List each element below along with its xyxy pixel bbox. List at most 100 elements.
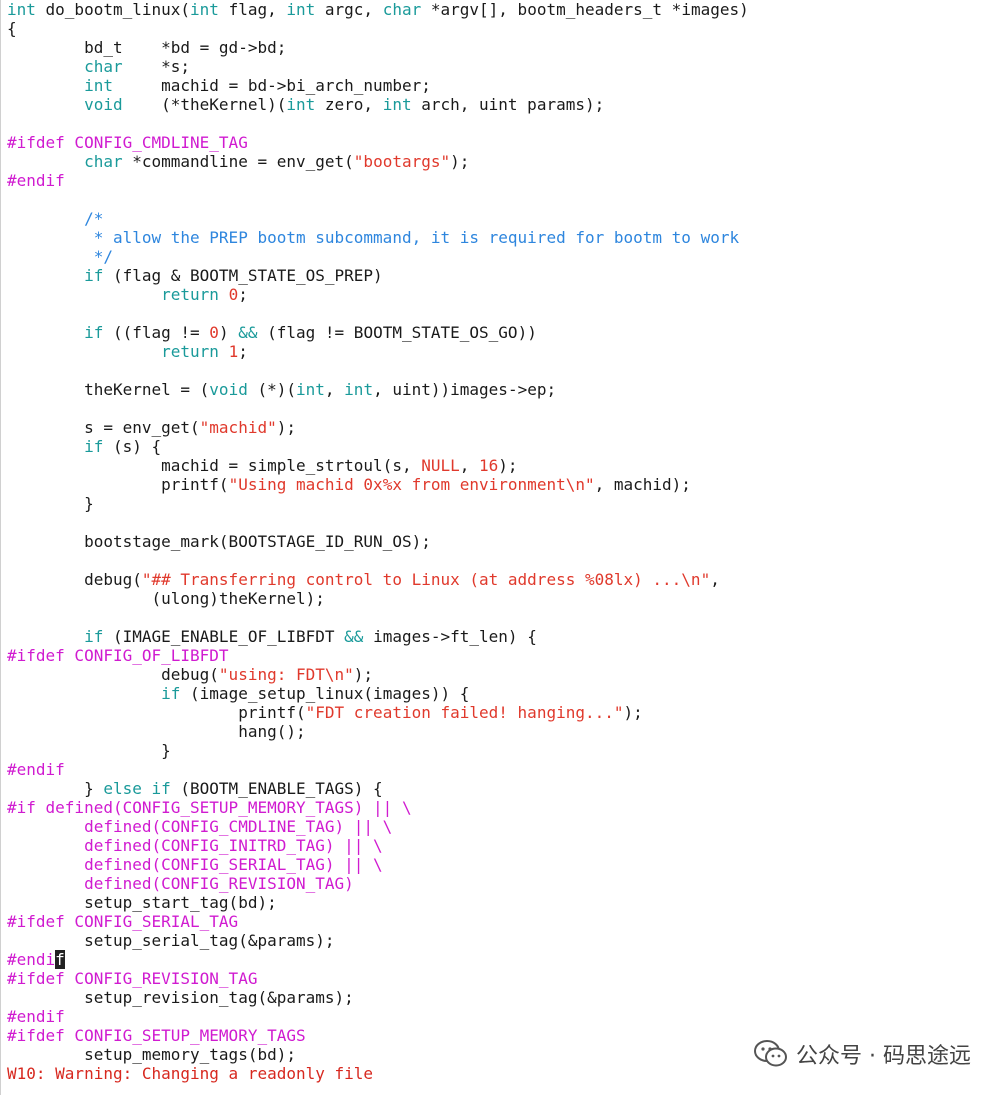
code-token: int (296, 380, 325, 399)
code-editor[interactable]: int do_bootm_linux(int flag, int argc, c… (0, 0, 1001, 1095)
code-token: "Using machid 0x%x from environment\n" (228, 475, 595, 494)
code-line: #ifdef CONFIG_CMDLINE_TAG (1, 133, 1001, 152)
code-token: */ (7, 247, 113, 266)
code-line: void (*theKernel)(int zero, int arch, ui… (1, 95, 1001, 114)
code-token: void (84, 95, 123, 114)
code-line: /* (1, 209, 1001, 228)
code-token: #ifdef CONFIG_SETUP_MEMORY_TAGS (7, 1026, 306, 1045)
code-token: defined(CONFIG_CMDLINE_TAG) || \ (7, 817, 393, 836)
code-token: "## Transferring control to Linux (at ad… (141, 570, 711, 589)
code-token: "machid" (199, 418, 277, 437)
code-token: if (161, 684, 191, 703)
code-token: bd_t *bd = gd->bd; (7, 38, 287, 57)
code-line: { (1, 19, 1001, 38)
code-token: return (161, 342, 219, 361)
code-token: *commandline = env_get( (132, 152, 354, 171)
code-line: char *commandline = env_get("bootargs"); (1, 152, 1001, 171)
code-line: defined(CONFIG_SERIAL_TAG) || \ (1, 855, 1001, 874)
code-token: setup_revision_tag(&params); (7, 988, 354, 1007)
code-line: if (IMAGE_ENABLE_OF_LIBFDT && images->ft… (1, 627, 1001, 646)
code-token: return (161, 285, 219, 304)
code-token: (flag != BOOTM_STATE_OS_GO)) (267, 323, 537, 342)
code-token: (*theKernel)( (122, 95, 287, 114)
code-token: setup_serial_tag(&params); (7, 931, 335, 950)
code-line: #ifdef CONFIG_OF_LIBFDT (1, 646, 1001, 665)
code-line: setup_start_tag(bd); (1, 893, 1001, 912)
code-token: flag, (228, 0, 287, 19)
code-line: printf("FDT creation failed! hanging..."… (1, 703, 1001, 722)
code-line: bootstage_mark(BOOTSTAGE_ID_RUN_OS); (1, 532, 1001, 551)
code-token: #endi (7, 950, 56, 969)
code-token: if (84, 323, 113, 342)
code-line: int do_bootm_linux(int flag, int argc, c… (1, 0, 1001, 19)
code-token: ); (623, 703, 643, 722)
code-line: */ (1, 247, 1001, 266)
code-token: debug( (7, 570, 142, 589)
code-token: #endif (7, 1007, 65, 1026)
code-line: return 1; (1, 342, 1001, 361)
code-token: int (286, 95, 325, 114)
code-line: if (flag & BOOTM_STATE_OS_PREP) (1, 266, 1001, 285)
code-token: if (84, 437, 113, 456)
code-line: defined(CONFIG_INITRD_TAG) || \ (1, 836, 1001, 855)
code-token: ); (450, 152, 470, 171)
code-token: 0 (228, 285, 239, 304)
code-token: int (286, 0, 325, 19)
code-token: ((flag != (112, 323, 210, 342)
code-token: , (324, 380, 345, 399)
code-line: machid = simple_strtoul(s, NULL, 16); (1, 456, 1001, 475)
code-line: bd_t *bd = gd->bd; (1, 38, 1001, 57)
code-token: (ulong)theKernel); (7, 589, 325, 608)
code-line: int machid = bd->bi_arch_number; (1, 76, 1001, 95)
code-token: } (7, 494, 94, 513)
code-token: char (84, 152, 133, 171)
code-token: (flag & BOOTM_STATE_OS_PREP) (112, 266, 383, 285)
code-token: && (238, 323, 268, 342)
code-token: (*)( (257, 380, 296, 399)
code-token: defined(CONFIG_INITRD_TAG) || \ (7, 836, 383, 855)
code-line: defined(CONFIG_REVISION_TAG) (1, 874, 1001, 893)
code-line: if ((flag != 0) && (flag != BOOTM_STATE_… (1, 323, 1001, 342)
code-token: #ifdef CONFIG_CMDLINE_TAG (7, 133, 248, 152)
code-token: theKernel = ( (7, 380, 210, 399)
code-line: } else if (BOOTM_ENABLE_TAGS) { (1, 779, 1001, 798)
code-token: #endif (7, 171, 65, 190)
code-token: int (84, 76, 113, 95)
text-cursor: f (55, 950, 65, 969)
code-token: setup_memory_tags(bd); (7, 1045, 296, 1064)
code-token: "FDT creation failed! hanging..." (305, 703, 624, 722)
code-token: } (7, 779, 104, 798)
code-token: , machid); (594, 475, 691, 494)
code-token: machid = bd->bi_arch_number; (112, 76, 431, 95)
code-line: debug("using: FDT\n"); (1, 665, 1001, 684)
code-line: } (1, 494, 1001, 513)
code-token: #ifdef CONFIG_OF_LIBFDT (7, 646, 229, 665)
code-line: defined(CONFIG_CMDLINE_TAG) || \ (1, 817, 1001, 836)
code-token: #if defined(CONFIG_SETUP_MEMORY_TAGS) ||… (7, 798, 412, 817)
code-token: zero, (324, 95, 383, 114)
code-line: setup_serial_tag(&params); (1, 931, 1001, 950)
code-token: #endif (7, 760, 65, 779)
code-token: int (7, 0, 46, 19)
code-line: * allow the PREP bootm subcommand, it is… (1, 228, 1001, 247)
code-token: 0 (209, 323, 219, 342)
code-token: #ifdef CONFIG_SERIAL_TAG (7, 912, 239, 931)
code-token: hang(); (7, 722, 306, 741)
code-token: else if (103, 779, 181, 798)
code-token: ); (276, 418, 296, 437)
code-token: defined(CONFIG_SERIAL_TAG) || \ (7, 855, 383, 874)
code-token: int (382, 95, 422, 114)
code-token: , uint))images->ep; (373, 380, 557, 399)
